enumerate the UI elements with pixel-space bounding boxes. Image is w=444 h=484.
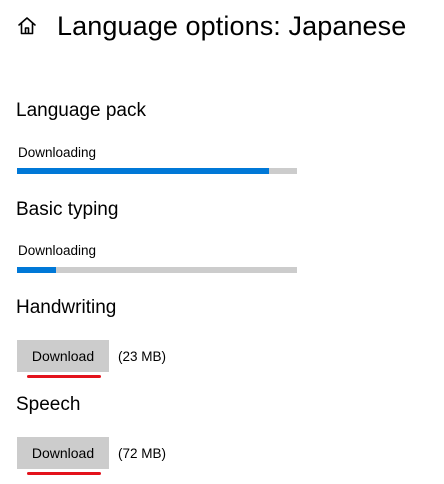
section-title: Handwriting: [16, 297, 117, 318]
section-speech: Speech Download (72 MB): [16, 393, 166, 475]
section-title: Speech: [16, 394, 81, 415]
annotation-underline: [27, 472, 101, 475]
speech-download-button[interactable]: Download: [17, 437, 109, 475]
section-title: Basic typing: [16, 199, 119, 220]
download-size: (72 MB): [118, 445, 167, 461]
section-basic-typing: Basic typing Downloading: [16, 198, 297, 273]
download-size: (23 MB): [118, 348, 167, 364]
home-icon[interactable]: [16, 15, 38, 37]
handwriting-download-button[interactable]: Download: [17, 340, 109, 378]
annotation-underline: [27, 375, 101, 378]
progress-bar: [17, 267, 297, 273]
progress-bar: [17, 168, 297, 174]
download-status: Downloading: [18, 243, 97, 258]
page-title: Language options: Japanese: [57, 10, 407, 41]
download-row: Download (23 MB): [17, 340, 167, 378]
progress-fill: [17, 267, 57, 273]
download-row: Download (72 MB): [17, 437, 167, 475]
progress-fill: [17, 168, 269, 174]
section-handwriting: Handwriting Download (23 MB): [16, 296, 166, 378]
section-title: Language pack: [16, 100, 146, 121]
download-status: Downloading: [18, 145, 97, 160]
section-language-pack: Language pack Downloading: [16, 99, 297, 174]
page-header: Language options: Japanese: [16, 6, 406, 46]
download-button-label: Download: [31, 445, 95, 461]
download-button-label: Download: [31, 348, 95, 364]
